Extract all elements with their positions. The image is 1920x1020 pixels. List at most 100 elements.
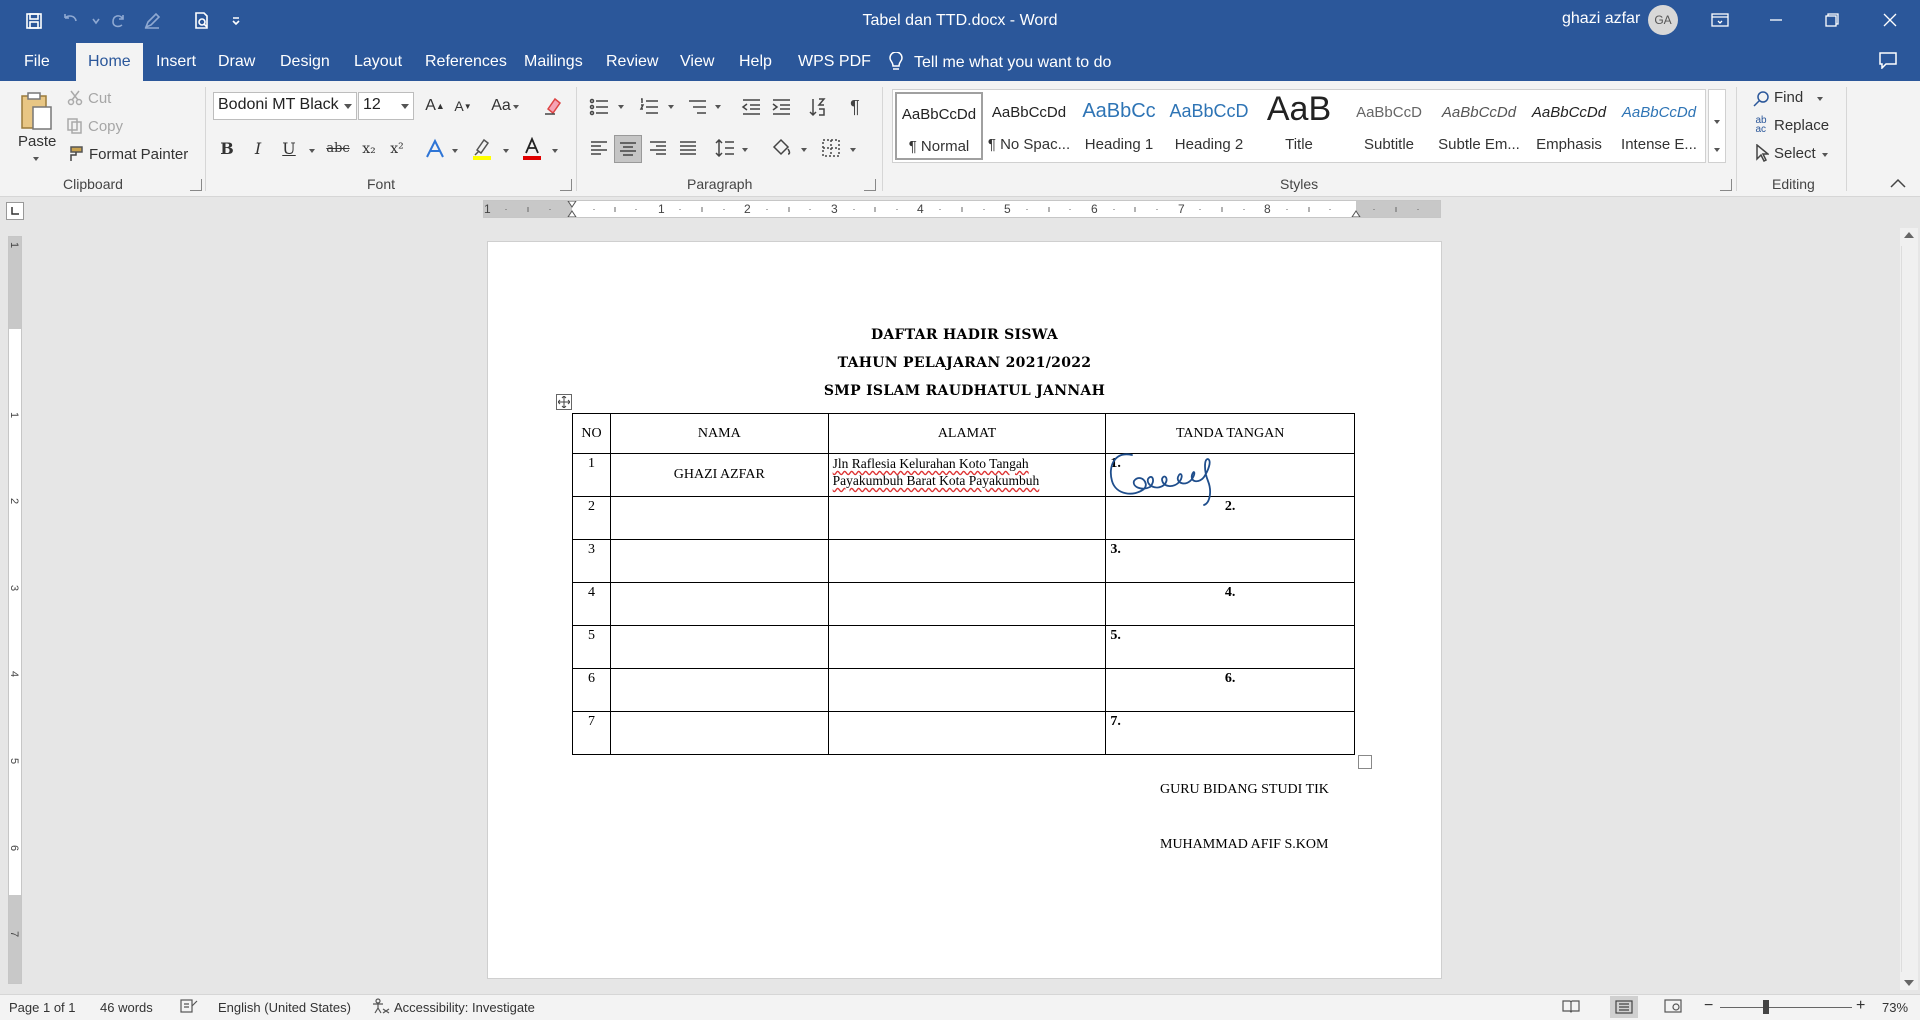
bold-button[interactable]: B bbox=[214, 136, 240, 162]
grow-font-button[interactable]: A ▲ bbox=[422, 93, 448, 119]
cell-ttd[interactable]: 4. bbox=[1105, 582, 1355, 626]
table-resize-handle[interactable] bbox=[1358, 755, 1372, 769]
first-line-indent-marker[interactable] bbox=[567, 201, 577, 208]
style-no-spacing[interactable]: AaBbCcDd ¶ No Spac... bbox=[985, 92, 1073, 160]
cell-alamat[interactable] bbox=[827, 711, 1107, 755]
multilevel-list-icon[interactable] bbox=[684, 95, 710, 119]
align-right-icon[interactable] bbox=[645, 135, 671, 161]
italic-button[interactable]: I bbox=[245, 136, 271, 162]
tab-help[interactable]: Help bbox=[727, 43, 784, 81]
font-size-combo[interactable]: 12 bbox=[358, 92, 414, 120]
underline-dropdown-icon[interactable] bbox=[309, 149, 315, 153]
cell-alamat[interactable] bbox=[827, 668, 1107, 712]
subscript-button[interactable]: x₂ bbox=[356, 136, 382, 162]
cell-alamat[interactable]: Jln Raflesia Kelurahan Koto Tangah Payak… bbox=[827, 453, 1107, 497]
hanging-indent-marker[interactable] bbox=[567, 210, 577, 217]
style-heading-1[interactable]: AaBbCc Heading 1 bbox=[1075, 92, 1163, 160]
zoom-slider[interactable] bbox=[1720, 1007, 1852, 1008]
find-icon[interactable] bbox=[1752, 89, 1772, 109]
cell-ttd[interactable]: 5. bbox=[1105, 625, 1355, 669]
format-painter-button[interactable]: Format Painter bbox=[89, 146, 188, 163]
vertical-scrollbar[interactable] bbox=[1900, 228, 1918, 990]
numbering-icon[interactable] bbox=[636, 95, 662, 119]
horizontal-ruler[interactable]: 1 1 2 3 4 5 6 7 8 bbox=[483, 200, 1441, 218]
increase-indent-icon[interactable] bbox=[768, 95, 794, 119]
shading-dropdown-icon[interactable] bbox=[801, 148, 807, 152]
change-case-dropdown-icon[interactable] bbox=[513, 105, 519, 109]
text-effects-icon[interactable] bbox=[422, 136, 448, 162]
web-layout-icon[interactable] bbox=[1664, 999, 1682, 1016]
cell-nama[interactable] bbox=[609, 711, 829, 755]
paste-icon[interactable] bbox=[16, 87, 56, 135]
tab-insert[interactable]: Insert bbox=[144, 43, 208, 81]
word-count[interactable]: 46 words bbox=[100, 1000, 153, 1015]
cell-alamat[interactable] bbox=[827, 496, 1107, 540]
select-button[interactable]: Select bbox=[1774, 145, 1816, 162]
cell-ttd[interactable]: 6. bbox=[1105, 668, 1355, 712]
replace-icon[interactable]: ab ac bbox=[1750, 115, 1772, 135]
font-name-combo[interactable]: Bodoni MT Black bbox=[213, 92, 357, 120]
cut-icon[interactable] bbox=[66, 89, 84, 107]
styles-gallery-scroll[interactable] bbox=[1708, 89, 1726, 163]
borders-icon[interactable] bbox=[818, 135, 844, 161]
borders-dropdown-icon[interactable] bbox=[850, 148, 856, 152]
cell-no[interactable]: 2 bbox=[572, 496, 611, 540]
format-painter-icon[interactable] bbox=[66, 145, 84, 163]
comments-icon[interactable] bbox=[1878, 51, 1898, 73]
page-count[interactable]: Page 1 of 1 bbox=[9, 1000, 76, 1015]
line-spacing-icon[interactable] bbox=[712, 135, 738, 161]
justify-icon[interactable] bbox=[675, 135, 701, 161]
scroll-up-icon[interactable] bbox=[1904, 232, 1914, 238]
copy-icon[interactable] bbox=[66, 117, 84, 135]
cell-no[interactable]: 1 bbox=[572, 453, 611, 497]
select-dropdown-icon[interactable] bbox=[1822, 153, 1828, 157]
tab-mailings[interactable]: Mailings bbox=[512, 43, 595, 81]
vertical-ruler[interactable]: 1 1 2 3 4 5 6 7 bbox=[8, 236, 22, 984]
attendance-table[interactable]: NO NAMA ALAMAT TANDA TANGAN 1 GHAZI AZFA… bbox=[572, 413, 1355, 755]
restore-icon[interactable] bbox=[1804, 0, 1860, 40]
accessibility-icon[interactable] bbox=[372, 998, 390, 1017]
tab-review[interactable]: Review bbox=[594, 43, 670, 81]
minimize-icon[interactable] bbox=[1748, 0, 1804, 40]
zoom-level[interactable]: 73% bbox=[1882, 1000, 1908, 1015]
bullets-dropdown-icon[interactable] bbox=[618, 105, 624, 109]
cell-alamat[interactable] bbox=[827, 539, 1107, 583]
ribbon-display-options-icon[interactable] bbox=[1692, 0, 1748, 40]
style-subtitle[interactable]: AaBbCcD Subtitle bbox=[1345, 92, 1433, 160]
cell-nama[interactable] bbox=[609, 496, 829, 540]
zoom-in-button[interactable]: + bbox=[1856, 997, 1865, 1015]
font-color-dropdown-icon[interactable] bbox=[552, 149, 558, 153]
cell-nama[interactable]: GHAZI AZFAR bbox=[609, 453, 829, 497]
read-mode-icon[interactable] bbox=[1562, 999, 1580, 1016]
font-color-icon[interactable] bbox=[518, 136, 546, 162]
clear-formatting-icon[interactable] bbox=[540, 93, 566, 119]
collapse-ribbon-icon[interactable] bbox=[1888, 175, 1908, 191]
table-move-handle[interactable] bbox=[556, 394, 572, 410]
shrink-font-button[interactable]: A ▼ bbox=[450, 93, 476, 119]
bullets-icon[interactable] bbox=[586, 95, 612, 119]
accessibility-status[interactable]: Accessibility: Investigate bbox=[394, 1000, 535, 1015]
scroll-down-icon[interactable] bbox=[1904, 980, 1914, 986]
avatar[interactable]: GA bbox=[1648, 5, 1678, 35]
cell-nama[interactable] bbox=[609, 668, 829, 712]
tab-layout[interactable]: Layout bbox=[342, 43, 414, 81]
style-emphasis[interactable]: AaBbCcDd Emphasis bbox=[1525, 92, 1613, 160]
decrease-indent-icon[interactable] bbox=[738, 95, 764, 119]
styles-more-icon[interactable] bbox=[1714, 120, 1720, 124]
clipboard-dialog-launcher[interactable] bbox=[190, 179, 202, 191]
style-title[interactable]: AaB Title bbox=[1255, 90, 1343, 160]
align-left-icon[interactable] bbox=[586, 135, 612, 161]
paste-button[interactable]: Paste bbox=[18, 133, 56, 150]
styles-expand-icon[interactable] bbox=[1714, 148, 1720, 152]
tab-draw[interactable]: Draw bbox=[206, 43, 267, 81]
paragraph-dialog-launcher[interactable] bbox=[864, 179, 876, 191]
show-formatting-marks-icon[interactable]: ¶ bbox=[842, 95, 868, 119]
superscript-button[interactable]: x² bbox=[384, 136, 410, 162]
tab-view[interactable]: View bbox=[668, 43, 726, 81]
cell-ttd[interactable]: 7. bbox=[1105, 711, 1355, 755]
tab-wps-pdf[interactable]: WPS PDF bbox=[786, 43, 883, 81]
sort-icon[interactable] bbox=[806, 95, 832, 119]
style-heading-2[interactable]: AaBbCcD Heading 2 bbox=[1165, 92, 1253, 160]
strikethrough-button[interactable]: abc bbox=[322, 136, 354, 162]
style-subtle-emphasis[interactable]: AaBbCcDd Subtle Em... bbox=[1435, 92, 1523, 160]
